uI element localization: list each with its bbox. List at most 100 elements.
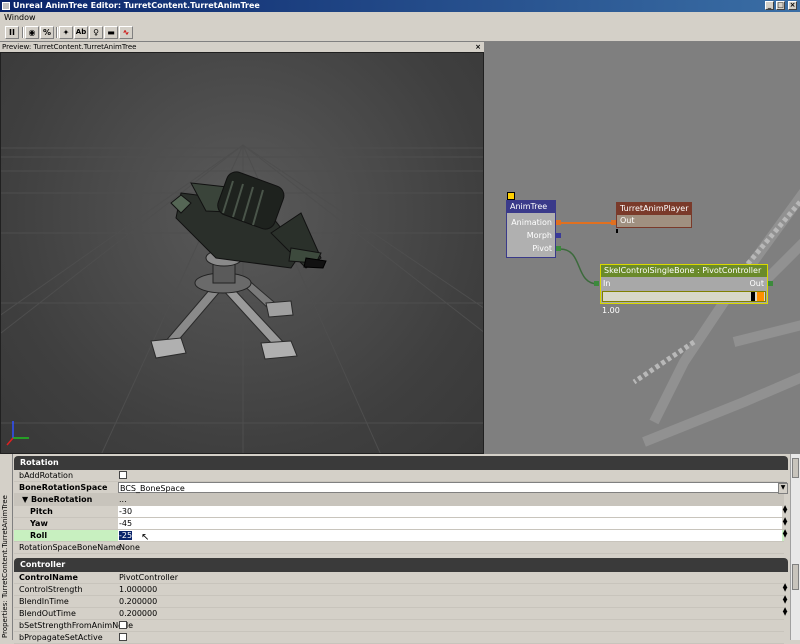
prop-row-bonerotationspace[interactable]: BoneRotationSpace BCS_BoneSpace ▼: [14, 482, 788, 494]
blendin-spinner[interactable]: ▲ ▼: [781, 595, 789, 605]
prop-row-yaw[interactable]: Yaw -45: [14, 518, 784, 530]
checkbox[interactable]: [119, 632, 127, 641]
properties-scrollbar[interactable]: [790, 454, 800, 640]
pause-icon[interactable]: II: [5, 26, 19, 39]
prop-row-pitch[interactable]: Pitch -30: [14, 506, 784, 518]
pitch-spinner[interactable]: ▲ ▼: [781, 505, 789, 515]
prop-value[interactable]: 0.200000: [118, 596, 782, 607]
running-man-icon[interactable]: ✦: [59, 26, 73, 39]
prop-value[interactable]: -45: [118, 518, 782, 529]
roll-spinner[interactable]: ▲ ▼: [781, 529, 789, 539]
lightbulb-icon[interactable]: ♀: [89, 26, 103, 39]
prop-row-baddrotation[interactable]: bAddRotation: [14, 470, 784, 482]
prop-value[interactable]: PivotController: [118, 572, 782, 583]
prop-key: ▼ BoneRotation: [22, 495, 93, 504]
curve-icon[interactable]: ∿: [119, 26, 133, 39]
strength-spinner[interactable]: ▲ ▼: [781, 583, 789, 593]
prop-value[interactable]: -30: [118, 506, 782, 517]
player-marker: [616, 229, 618, 233]
connector-skel-in[interactable]: [594, 281, 599, 286]
chevron-down-icon[interactable]: ▼: [778, 483, 788, 494]
prop-row-bonerotation[interactable]: ▼ BoneRotation ...: [14, 494, 784, 506]
prop-key: BlendOutTime: [19, 609, 76, 618]
percent-icon[interactable]: %: [40, 26, 54, 39]
anim-player-title: TurretAnimPlayer: [617, 203, 691, 215]
maximize-button[interactable]: □: [776, 1, 785, 10]
properties-side-tab[interactable]: Properties: TurretContent.TurretAnimTree: [0, 454, 13, 640]
connector-animation[interactable]: [556, 220, 561, 225]
skel-control-in: In: [603, 279, 611, 288]
animtree-node-title: AnimTree: [507, 201, 555, 213]
connector-skel-out[interactable]: [768, 281, 773, 286]
preview-close-icon[interactable]: ×: [475, 42, 481, 52]
prop-value: [118, 632, 782, 643]
prop-row-bpropagatesetactive[interactable]: bPropagateSetActive: [14, 632, 784, 644]
skel-control-strength: 1.00: [602, 306, 620, 315]
prop-row-roll[interactable]: Roll -25 ↖: [14, 530, 784, 543]
toolbar-separator: [56, 27, 58, 38]
prop-value-input[interactable]: -25: [118, 530, 782, 541]
prop-key: Yaw: [30, 519, 48, 528]
close-button[interactable]: ×: [788, 1, 797, 10]
preview-viewport[interactable]: [0, 52, 484, 454]
prop-key: ControlName: [19, 573, 78, 582]
animtree-input-morph: Morph: [526, 231, 552, 240]
preview-title: Preview: TurretContent.TurretAnimTree: [2, 43, 137, 51]
prop-key: ControlStrength: [19, 585, 83, 594]
prop-key: RotationSpaceBoneName: [19, 543, 121, 552]
connector-player-out[interactable]: [611, 220, 616, 225]
node-selection-marker: [507, 192, 515, 200]
prop-dropdown[interactable]: BCS_BoneSpace: [118, 482, 787, 493]
text-ab-icon[interactable]: Ab: [74, 26, 88, 39]
prop-value[interactable]: 1.000000: [118, 584, 782, 595]
checkbox[interactable]: [119, 470, 127, 479]
turret-model: [150, 171, 327, 360]
blendout-spinner[interactable]: ▲ ▼: [781, 607, 789, 617]
toolbar-separator: [22, 27, 24, 38]
strength-slider[interactable]: [602, 291, 766, 302]
scrollbar-thumb-lower[interactable]: [792, 564, 799, 590]
anim-player-node[interactable]: TurretAnimPlayer Out: [616, 202, 692, 228]
preview-header: Preview: TurretContent.TurretAnimTree ×: [0, 42, 484, 52]
prop-row-bsetstrengthfromanimnode[interactable]: bSetStrengthFromAnimNode: [14, 620, 784, 632]
section-rotation[interactable]: Rotation: [14, 456, 788, 470]
connector-pivot[interactable]: [556, 246, 561, 251]
prop-row-controlstrength[interactable]: ControlStrength 1.000000: [14, 584, 784, 596]
scrollbar-thumb[interactable]: [792, 458, 799, 478]
eye-icon[interactable]: ◉: [25, 26, 39, 39]
connector-morph[interactable]: [556, 233, 561, 238]
yaw-spinner[interactable]: ▲ ▼: [781, 517, 789, 527]
properties-panel: Properties: TurretContent.TurretAnimTree…: [0, 454, 800, 644]
skel-control-title: SkelControlSingleBone : PivotController: [601, 265, 767, 277]
menu-bar: Window: [0, 12, 800, 24]
section-controller[interactable]: Controller: [14, 558, 788, 572]
anim-graph-canvas[interactable]: AnimTree Animation Morph Pivot TurretAni…: [484, 42, 800, 454]
skel-control-node[interactable]: SkelControlSingleBone : PivotController …: [600, 264, 768, 304]
title-bar: Unreal AnimTree Editor: TurretContent.Tu…: [0, 0, 800, 12]
minimize-button[interactable]: _: [765, 1, 774, 10]
prop-key: bPropagateSetActive: [19, 633, 103, 642]
prop-value: [118, 620, 782, 631]
prop-key: bAddRotation: [19, 471, 74, 480]
prop-value[interactable]: 0.200000: [118, 608, 782, 619]
dropdown-value: BCS_BoneSpace: [120, 484, 185, 493]
prop-row-rotationspacebonename[interactable]: RotationSpaceBoneName None: [14, 542, 784, 554]
prop-row-controlname[interactable]: ControlName PivotController: [14, 572, 784, 584]
menu-window[interactable]: Window: [4, 12, 36, 24]
prop-row-blendouttime[interactable]: BlendOutTime 0.200000: [14, 608, 784, 620]
prop-key: bSetStrengthFromAnimNode: [19, 621, 134, 630]
prop-value: [118, 470, 782, 481]
selected-text: -25: [119, 531, 133, 540]
prop-value: None: [119, 543, 140, 552]
axis-gizmo: [6, 421, 29, 446]
prop-row-blendintime[interactable]: BlendInTime 0.200000: [14, 596, 784, 608]
turret-scene: [1, 144, 483, 453]
anim-player-out: Out: [620, 216, 635, 225]
toolbar: II ◉ % ✦ Ab ♀ ▬ ∿: [0, 24, 800, 42]
properties-side-tab-label: Properties: TurretContent.TurretAnimTree: [1, 495, 9, 638]
prop-key: BlendInTime: [19, 597, 69, 606]
bar-icon[interactable]: ▬: [104, 26, 118, 39]
checkbox[interactable]: [119, 620, 127, 629]
animtree-input-animation: Animation: [511, 218, 552, 227]
animtree-node[interactable]: AnimTree Animation Morph Pivot: [506, 200, 556, 258]
